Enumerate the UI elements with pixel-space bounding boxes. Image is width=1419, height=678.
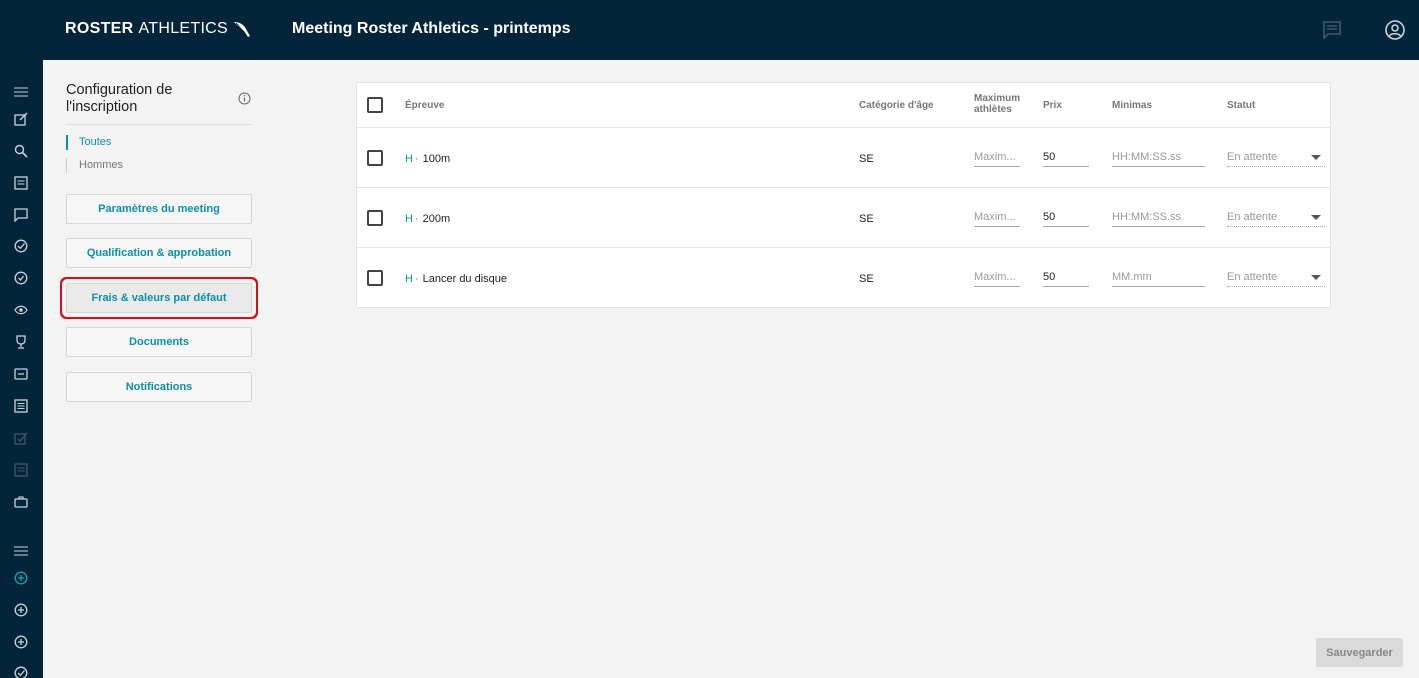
event-name: Lancer du disque xyxy=(422,273,508,285)
status-value: En attente xyxy=(1227,151,1278,163)
filter-all[interactable]: Toutes xyxy=(66,135,123,150)
check-circle-icon[interactable] xyxy=(11,236,31,256)
search-icon[interactable] xyxy=(11,141,31,161)
registration-config-panel: Configuration de l'inscription Toutes Ho… xyxy=(66,82,252,402)
max-athletes-input[interactable]: Maxim... xyxy=(974,209,1020,227)
dropdown-arrow-icon xyxy=(1311,215,1321,220)
event-cell: H · Lancer du disque xyxy=(405,273,507,285)
meeting-settings-button[interactable]: Paramètres du meeting xyxy=(66,194,252,224)
filter-men[interactable]: Hommes xyxy=(66,158,123,173)
dropdown-arrow-icon xyxy=(1311,155,1321,160)
col-max-line1: Maximum xyxy=(974,93,1021,104)
panel-divider xyxy=(66,124,252,125)
col-status[interactable]: Statut xyxy=(1227,100,1255,111)
col-price[interactable]: Prix xyxy=(1043,100,1062,111)
info-icon[interactable] xyxy=(238,92,251,110)
minimas-input[interactable]: MM.mm xyxy=(1112,269,1205,287)
list-disabled-icon xyxy=(11,460,31,480)
separator-dot: · xyxy=(414,213,419,225)
col-max-athletes[interactable]: Maximum athlètes xyxy=(974,93,1020,115)
dropdown-arrow-icon xyxy=(1311,275,1321,280)
age-category: SE xyxy=(859,213,874,225)
logo-bold-text: ROSTER xyxy=(65,20,134,37)
age-category: SE xyxy=(859,273,874,285)
row-checkbox[interactable] xyxy=(367,150,383,166)
gender-tag: H xyxy=(405,153,413,165)
col-max-line2: athlètes xyxy=(974,104,1012,115)
menu-icon[interactable] xyxy=(11,82,31,102)
separator-dot: · xyxy=(414,273,419,285)
account-icon[interactable] xyxy=(1383,18,1407,42)
col-event[interactable]: Épreuve xyxy=(405,100,444,111)
price-input[interactable]: 50 xyxy=(1043,269,1089,287)
table-row: H · 100m SE Maxim... 50 HH:MM:SS.ss En att… xyxy=(357,128,1330,188)
select-all-checkbox[interactable] xyxy=(367,97,383,113)
minimas-input[interactable]: HH:MM:SS.ss xyxy=(1112,149,1205,167)
event-cell: H · 100m xyxy=(405,153,450,165)
eye-icon[interactable] xyxy=(11,300,31,320)
col-minimas[interactable]: Minimas xyxy=(1112,100,1152,111)
edit-icon[interactable] xyxy=(11,109,31,129)
max-athletes-input[interactable]: Maxim... xyxy=(974,269,1020,287)
check-circle-icon[interactable] xyxy=(11,663,31,678)
briefcase-icon[interactable] xyxy=(11,492,31,512)
status-select[interactable]: En attente xyxy=(1227,269,1325,287)
list-icon[interactable] xyxy=(11,173,31,193)
edit-disabled-icon xyxy=(11,428,31,448)
table-row: H · 200m SE Maxim... 50 HH:MM:SS.ss En att… xyxy=(357,188,1330,248)
app-logo[interactable]: ROSTER ATHLETICS xyxy=(65,20,252,38)
add-circle-icon[interactable] xyxy=(11,600,31,620)
age-category: SE xyxy=(859,153,874,165)
col-age-category[interactable]: Catégorie d'âge xyxy=(859,100,934,111)
fees-defaults-button[interactable]: Frais & valeurs par défaut xyxy=(66,283,252,313)
comment-icon[interactable] xyxy=(11,205,31,225)
documents-button[interactable]: Documents xyxy=(66,327,252,357)
status-value: En attente xyxy=(1227,211,1278,223)
event-cell: H · 200m xyxy=(405,213,450,225)
row-checkbox[interactable] xyxy=(367,270,383,286)
logo-feather-icon xyxy=(234,22,251,37)
minimas-input[interactable]: HH:MM:SS.ss xyxy=(1112,209,1205,227)
gender-tag: H xyxy=(405,213,413,225)
event-name: 100m xyxy=(422,153,451,165)
separator-dot: · xyxy=(414,153,419,165)
top-app-bar: ROSTER ATHLETICS Meeting Roster Athletic… xyxy=(0,0,1419,60)
meeting-title: Meeting Roster Athletics - printemps xyxy=(292,20,571,37)
max-athletes-input[interactable]: Maxim... xyxy=(974,149,1020,167)
timer-check-icon[interactable] xyxy=(11,268,31,288)
gender-tag: H xyxy=(405,273,413,285)
events-table: Épreuve Catégorie d'âge Maximum athlètes… xyxy=(356,82,1331,308)
status-select[interactable]: En attente xyxy=(1227,149,1325,167)
price-input[interactable]: 50 xyxy=(1043,149,1089,167)
add-circle-icon[interactable] xyxy=(11,568,31,588)
report-icon[interactable] xyxy=(11,396,31,416)
chat-icon[interactable] xyxy=(1320,18,1344,42)
trophy-icon[interactable] xyxy=(11,332,31,352)
row-checkbox[interactable] xyxy=(367,210,383,226)
table-header: Épreuve Catégorie d'âge Maximum athlètes… xyxy=(357,83,1330,128)
save-button[interactable]: Sauvegarder xyxy=(1316,638,1403,667)
qualification-approval-button[interactable]: Qualification & approbation xyxy=(66,238,252,268)
status-select[interactable]: En attente xyxy=(1227,209,1325,227)
price-input[interactable]: 50 xyxy=(1043,209,1089,227)
scoreboard-icon[interactable] xyxy=(11,364,31,384)
left-nav-rail xyxy=(0,60,43,678)
menu-icon[interactable] xyxy=(11,541,31,561)
gender-filter-list: Toutes Hommes xyxy=(66,135,123,173)
status-value: En attente xyxy=(1227,271,1278,283)
logo-light-text: ATHLETICS xyxy=(138,20,229,37)
add-circle-icon[interactable] xyxy=(11,632,31,652)
event-name: 200m xyxy=(422,213,451,225)
table-row: H · Lancer du disque SE Maxim... 50 MM.mm … xyxy=(357,248,1330,308)
notifications-button[interactable]: Notifications xyxy=(66,372,252,402)
panel-title: Configuration de l'inscription xyxy=(66,82,173,115)
